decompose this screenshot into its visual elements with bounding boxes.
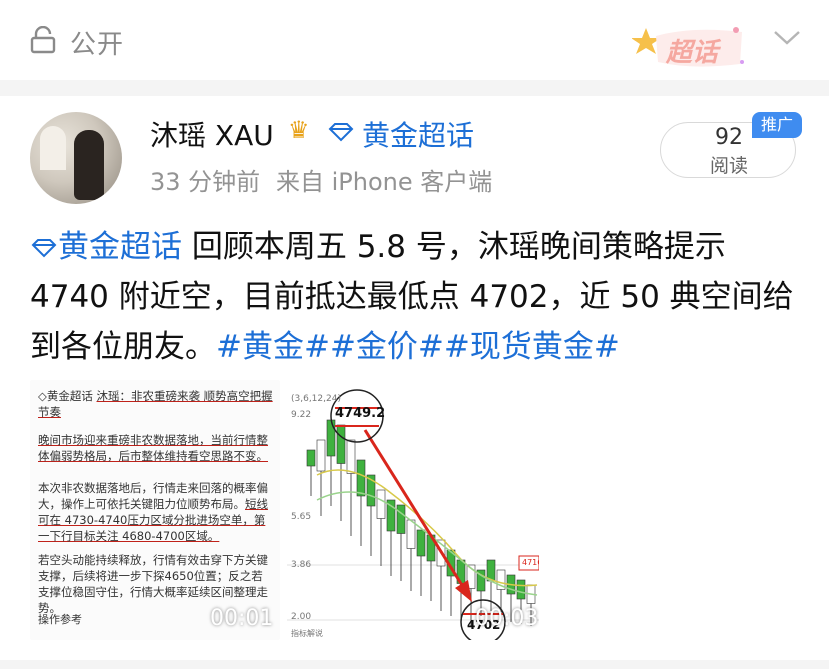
right-price-label: 4716 bbox=[522, 558, 539, 567]
candle-body bbox=[336, 424, 346, 464]
section-divider bbox=[0, 80, 829, 96]
visibility-label[interactable]: 公开 bbox=[70, 24, 124, 61]
candle-body bbox=[356, 459, 366, 497]
candle-body bbox=[326, 419, 336, 457]
post-topic-link[interactable]: 黄金超话 bbox=[58, 229, 182, 265]
tick-mid: 5.65 bbox=[291, 512, 312, 522]
topic-link[interactable]: 黄金超话 bbox=[362, 114, 474, 154]
post-time: 33 分钟前 bbox=[150, 168, 261, 196]
post-image-2[interactable]: (3,6,12,24) 9.22 5.65 3.86 2.00 4749.2 4… bbox=[287, 380, 539, 640]
image1-title: ◇黄金超话 沐瑶：非农重磅来袭 顺势高空把握节奏 bbox=[38, 389, 273, 419]
candle-body bbox=[306, 449, 316, 467]
high-price-label: 4749.2 bbox=[335, 406, 386, 421]
post-text: 黄金超话 回顾本周五 5.8 号，沐瑶晚间策略提示 4740 附近空，目前抵达最… bbox=[30, 222, 810, 372]
promote-badge[interactable]: 推广 bbox=[752, 112, 802, 138]
crown-icon: ♛ bbox=[288, 116, 310, 144]
candle-body bbox=[516, 579, 526, 600]
lock-icon bbox=[30, 26, 56, 54]
image2-duration: 00:03 bbox=[475, 606, 539, 631]
indicator-label: (3,6,12,24) bbox=[291, 394, 341, 404]
candle-body bbox=[376, 489, 386, 519]
bottom-divider bbox=[0, 660, 829, 669]
post-image-1[interactable]: ◇黄金超话 沐瑶：非农重磅来袭 顺势高空把握节奏 晚间市场迎来重磅非农数据落地，… bbox=[30, 380, 280, 640]
image1-para2: 本次非农数据落地后，行情走来回落的概率偏大，操作上可依托关键阻力位顺势布局。短线… bbox=[38, 481, 268, 543]
read-label: 阅读 bbox=[709, 155, 748, 177]
diamond-icon bbox=[328, 123, 354, 142]
tick-bottom: 2.00 bbox=[291, 612, 312, 622]
chevron-down-icon[interactable] bbox=[772, 28, 802, 48]
image1-para1: 晚间市场迎来重磅非农数据落地，当前行情整体偏弱势格局，后市整体维持看空思路不变。 bbox=[38, 433, 268, 463]
author-name[interactable]: 沐瑶 XAU bbox=[150, 114, 274, 154]
tick-low: 3.86 bbox=[291, 560, 312, 570]
indicator-sub-label: 指标解说 bbox=[291, 629, 323, 638]
candle-body bbox=[416, 529, 426, 557]
candle-body bbox=[406, 519, 416, 549]
avatar-figure bbox=[74, 130, 104, 200]
tick-top: 9.22 bbox=[291, 410, 312, 420]
super-topic-badge-label[interactable]: 超话 bbox=[666, 32, 718, 69]
diamond-icon bbox=[31, 239, 57, 258]
candle-body bbox=[396, 504, 406, 534]
top-bar: 公开 超话 bbox=[0, 0, 829, 80]
image1-duration: 00:01 bbox=[210, 606, 274, 631]
avatar[interactable] bbox=[30, 112, 122, 204]
post-source: 来自 iPhone 客户端 bbox=[276, 168, 493, 196]
avatar-window bbox=[40, 126, 66, 170]
candle-body bbox=[346, 439, 356, 474]
candle-body bbox=[316, 439, 326, 472]
post-hashtags[interactable]: #黄金##金价##现货黄金# bbox=[216, 329, 620, 365]
candlestick-chart bbox=[287, 380, 539, 640]
